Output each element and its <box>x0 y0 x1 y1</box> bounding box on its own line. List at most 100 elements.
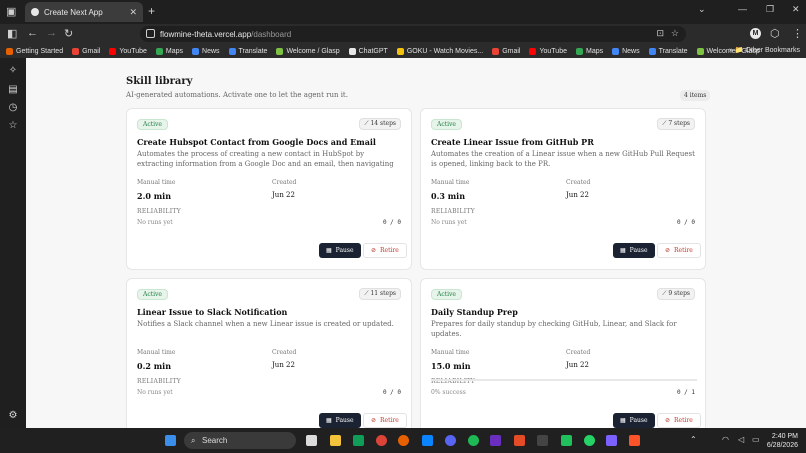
pause-icon: ▦ <box>620 247 626 254</box>
maximize-icon[interactable]: ❐ <box>766 4 774 15</box>
status-badge: Active <box>137 289 168 300</box>
extensions-icon[interactable]: ⬡ <box>770 27 780 40</box>
bookmark-item[interactable]: YouTube <box>529 47 567 55</box>
profile-avatar[interactable]: M <box>750 28 761 39</box>
brave-icon[interactable] <box>629 435 640 446</box>
vscode-icon[interactable] <box>422 435 433 446</box>
whatsapp-icon[interactable] <box>584 435 595 446</box>
install-app-icon[interactable]: ⊡ <box>656 28 664 39</box>
skill-title: Create Hubspot Contact from Google Docs … <box>137 137 376 147</box>
bookmark-item[interactable]: Translate <box>648 47 688 55</box>
retire-button[interactable]: ⊘ Retire <box>363 243 407 258</box>
gmail-icon <box>72 47 80 55</box>
reliability-text: 0% success <box>431 389 466 396</box>
retire-button[interactable]: ⊘ Retire <box>657 243 701 258</box>
star-icon[interactable]: ☆ <box>8 121 18 131</box>
retire-button-label: Retire <box>674 247 693 254</box>
bookmark-label: Maps <box>165 47 184 55</box>
excel-icon[interactable] <box>353 435 364 446</box>
pause-button[interactable]: ▦ Pause <box>319 243 361 258</box>
forward-icon[interactable]: → <box>46 27 57 39</box>
bookmark-item[interactable]: ChatGPT <box>348 47 388 55</box>
inbox-icon[interactable]: ▤ <box>8 85 18 95</box>
jetbrains-icon[interactable] <box>490 435 501 446</box>
reload-icon[interactable]: ↻ <box>64 27 73 40</box>
bookmark-item[interactable]: Gmail <box>492 47 520 55</box>
minimize-icon[interactable]: — <box>738 4 747 14</box>
history-icon[interactable]: ◷ <box>8 103 18 113</box>
chrome-icon[interactable] <box>376 435 387 446</box>
app-icon[interactable] <box>514 435 525 446</box>
bookmark-item[interactable]: News <box>612 47 640 55</box>
retire-button[interactable]: ⊘ Retire <box>363 413 407 428</box>
wifi-icon[interactable]: ◠ <box>722 435 729 444</box>
pause-button[interactable]: ▦ Pause <box>319 413 361 428</box>
page-title: Skill library <box>126 76 193 87</box>
bookmark-item[interactable]: YouTube <box>109 47 147 55</box>
steps-icon: ⟋ <box>662 290 667 297</box>
pause-icon: ▦ <box>326 247 332 254</box>
tray-chevron-icon[interactable]: ⌃ <box>690 435 697 444</box>
pause-button[interactable]: ▦ Pause <box>613 243 655 258</box>
pause-button-label: Pause <box>335 417 354 424</box>
bookmark-item[interactable]: Maps <box>155 47 184 55</box>
page-subtitle: AI-generated automations. Activate one t… <box>126 91 348 99</box>
pause-button[interactable]: ▦ Pause <box>613 413 655 428</box>
steps-badge: ⟋ 7 steps <box>657 118 695 130</box>
spotify-icon[interactable] <box>468 435 479 446</box>
back-icon[interactable]: ← <box>27 27 38 39</box>
close-window-icon[interactable]: ✕ <box>792 4 800 15</box>
bookmarks-bar: Getting Started Gmail YouTube Maps News Trans… <box>0 44 806 58</box>
browser-toolbar: ◧ ← → ↻ flowmine-theta.vercel.app/dashbo… <box>0 24 806 44</box>
glasp-icon <box>696 47 704 55</box>
bookmark-label: Gmail <box>82 47 101 55</box>
sparkle-icon[interactable]: ✧ <box>8 66 18 76</box>
bookmark-label: Translate <box>658 47 688 55</box>
site-info-icon[interactable] <box>146 29 155 38</box>
browser-tab[interactable]: Create Next App ✕ <box>25 2 143 22</box>
translate-icon <box>648 47 656 55</box>
file-explorer-icon[interactable] <box>330 435 341 446</box>
app3-icon[interactable] <box>606 435 617 446</box>
bookmark-item[interactable]: GOKU - Watch Movies... <box>396 47 483 55</box>
bookmark-star-icon[interactable]: ☆ <box>671 28 679 39</box>
status-badge: Active <box>431 289 462 300</box>
start-icon[interactable] <box>165 435 176 446</box>
retire-icon: ⊘ <box>665 247 671 254</box>
bookmark-item[interactable]: Getting Started <box>6 47 63 55</box>
bookmark-item[interactable]: Maps <box>575 47 604 55</box>
settings-gear-icon[interactable]: ⚙ <box>8 411 18 421</box>
bookmark-item[interactable]: Translate <box>228 47 267 55</box>
battery-icon[interactable]: ▭ <box>752 435 760 444</box>
taskbar-search[interactable]: ⌕ Search <box>184 432 296 449</box>
skill-description: Prepares for daily standup by checking G… <box>431 320 677 338</box>
new-tab-icon[interactable]: + <box>148 4 155 18</box>
tab-search-chevron-icon[interactable]: ⌄ <box>698 4 706 15</box>
skill-description: Notifies a Slack channel when a new Line… <box>137 320 394 328</box>
created-label: Created <box>566 179 591 186</box>
created-value: Jun 22 <box>272 361 295 369</box>
manual-time-value: 0.3 min <box>431 191 466 201</box>
youtube-icon <box>109 47 117 55</box>
menu-icon[interactable]: ⋮ <box>792 27 803 40</box>
manual-time-label: Manual time <box>431 179 470 186</box>
volume-icon[interactable]: ◁ <box>738 435 744 444</box>
bookmark-item[interactable]: News <box>192 47 220 55</box>
taskbar-clock[interactable]: 2:40 PM 6/28/2026 <box>767 432 798 450</box>
bookmark-label: Maps <box>585 47 604 55</box>
created-label: Created <box>272 179 297 186</box>
tab-close-icon[interactable]: ✕ <box>129 7 137 18</box>
discord-icon[interactable] <box>445 435 456 446</box>
items-count-badge: 4 items <box>680 90 711 101</box>
other-bookmarks[interactable]: » 📁 Other Bookmarks <box>729 46 800 54</box>
sidebar-toggle-icon[interactable]: ◧ <box>7 27 17 40</box>
app2-icon[interactable] <box>561 435 572 446</box>
bookmark-item[interactable]: Welcome / Glasp <box>276 47 340 55</box>
retire-button[interactable]: ⊘ Retire <box>657 413 701 428</box>
bookmark-item[interactable]: Gmail <box>72 47 101 55</box>
task-view-icon[interactable] <box>306 435 317 446</box>
firefox-icon[interactable] <box>398 435 409 446</box>
tab-actions-icon[interactable]: ▣ <box>6 5 16 18</box>
address-bar[interactable]: flowmine-theta.vercel.app/dashboard ⊡ ☆ <box>140 26 686 42</box>
terminal-icon[interactable] <box>537 435 548 446</box>
